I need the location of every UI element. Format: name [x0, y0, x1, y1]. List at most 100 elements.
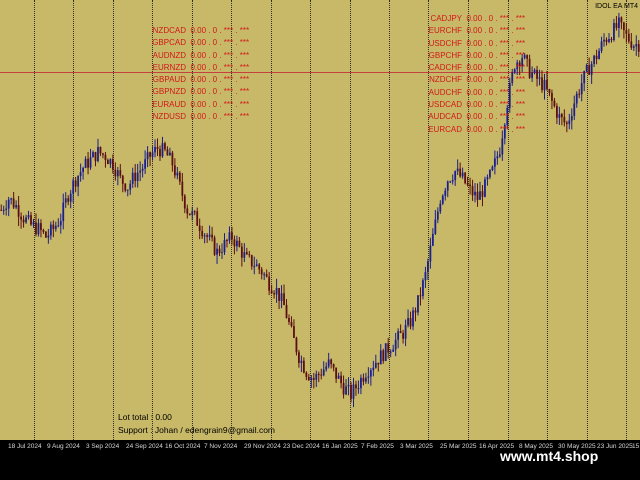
candle-body: [474, 191, 476, 196]
candle-body: [151, 152, 154, 157]
pair-values: 0.00 . 0 . *** . ***: [186, 75, 250, 85]
candle-body: [459, 168, 462, 177]
candle-body: [608, 39, 610, 42]
candle-body: [109, 159, 112, 165]
candle-body: [355, 384, 357, 389]
pair-values: 0.00 . 0 . *** . ***: [462, 50, 526, 60]
candle-body: [481, 191, 484, 197]
candle-body: [469, 184, 471, 187]
candle-body: [159, 149, 161, 157]
candle-body: [280, 293, 283, 301]
candle-body: [332, 364, 335, 368]
candle-body: [275, 288, 278, 295]
candle-body: [362, 377, 365, 382]
time-axis-label: 25 Mar 2025: [440, 443, 477, 450]
candle-body: [59, 221, 62, 226]
candle-body: [526, 55, 529, 59]
candle-body: [5, 208, 8, 210]
candle-body: [82, 167, 85, 172]
time-axis-label: 18 Jul 2024: [8, 443, 42, 450]
pair-symbol: USDCHF: [428, 38, 462, 48]
candle-body: [578, 93, 581, 95]
candle-body: [171, 152, 174, 166]
pair-status-row: CADCHF 0.00 . 0 . *** . ***: [426, 62, 526, 74]
candle-body: [77, 176, 80, 187]
candle-body: [17, 205, 20, 217]
pair-values: 0.00 . 0 . *** . ***: [186, 87, 250, 97]
candle-body: [325, 366, 328, 370]
candle-body: [268, 276, 271, 291]
candle-body: [394, 339, 397, 350]
candle-body: [367, 376, 370, 378]
candle-body: [637, 44, 640, 52]
candle-body: [156, 146, 159, 150]
candle-body: [99, 146, 102, 154]
chart-plot-area[interactable]: IDOL EA MT4 NZDCAD 0.00 . 0 . *** . *** G…: [0, 0, 640, 440]
candle-body: [52, 224, 55, 230]
chart-window[interactable]: IDOL EA MT4 NZDCAD 0.00 . 0 . *** . *** G…: [0, 0, 640, 480]
candle-body: [570, 115, 573, 121]
candle-body: [409, 318, 412, 327]
candle-body: [35, 222, 37, 235]
candle-body: [191, 211, 194, 215]
candle-body: [429, 245, 432, 262]
candle-body: [250, 255, 253, 267]
candle-body: [364, 377, 367, 382]
candle-body: [255, 264, 258, 267]
candle-body: [40, 223, 42, 231]
candle-body: [563, 117, 566, 123]
ea-name-label: IDOL EA MT4: [595, 3, 638, 10]
candle-body: [298, 352, 300, 363]
candle-body: [392, 349, 395, 352]
pair-status-row: AUDNZD 0.00 . 0 . *** . ***: [150, 50, 250, 62]
candle-body: [54, 225, 57, 230]
candle-body: [382, 350, 385, 361]
candle-body: [97, 146, 99, 162]
candle-body: [273, 293, 276, 295]
candle-body: [231, 232, 233, 240]
candle-body: [176, 172, 179, 176]
candle-body: [211, 234, 213, 238]
candle-body: [347, 384, 350, 387]
candle-body: [186, 208, 189, 214]
candle-body: [188, 213, 191, 215]
pair-values: 0.00 . 0 . *** . ***: [462, 63, 526, 73]
time-axis-label: 3 Mar 2025: [400, 443, 433, 450]
candle-body: [551, 92, 553, 101]
candle-body: [149, 152, 151, 157]
candle-body: [196, 211, 199, 226]
candle-body: [622, 22, 625, 31]
candle-body: [615, 23, 618, 28]
candle-body: [528, 58, 531, 78]
candle-body: [42, 230, 45, 232]
candle-body: [360, 377, 362, 389]
candle-body: [166, 149, 169, 156]
candle-body: [315, 373, 318, 380]
pair-symbol: GBPCAD: [152, 38, 186, 48]
candle-body: [201, 230, 204, 237]
candle-body: [178, 172, 181, 182]
candle-body: [357, 388, 360, 390]
candle-body: [164, 143, 166, 150]
pair-symbol: NZDUSD: [152, 112, 186, 122]
candle-body: [613, 23, 615, 40]
pair-values: 0.00 . 0 . *** . ***: [186, 26, 250, 35]
candle-body: [129, 183, 132, 190]
candle-body: [444, 190, 447, 196]
candle-body: [568, 120, 571, 125]
candle-body: [278, 288, 280, 301]
candle-body: [320, 374, 323, 376]
candle-body: [94, 152, 97, 162]
candle-body: [402, 333, 405, 339]
pair-values: 0.00 . 0 . *** . ***: [462, 87, 526, 97]
candle-body: [538, 77, 541, 79]
candle-body: [389, 351, 392, 353]
candle-body: [253, 266, 256, 268]
pair-status-row: GBPAUD 0.00 . 0 . *** . ***: [150, 74, 249, 86]
candle-body: [126, 189, 129, 191]
candle-body: [439, 203, 442, 212]
candle-body: [573, 103, 576, 116]
candle-body: [377, 362, 380, 365]
candle-body: [57, 225, 60, 227]
candle-body: [553, 100, 556, 107]
